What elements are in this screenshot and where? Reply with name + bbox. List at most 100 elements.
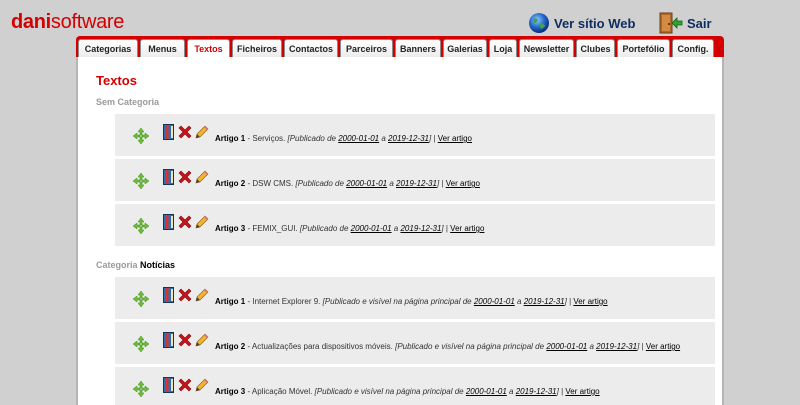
- globe-icon: [529, 13, 549, 33]
- book-icon[interactable]: [163, 124, 175, 140]
- delete-x-icon[interactable]: [177, 169, 193, 185]
- move-arrows-icon[interactable]: [132, 335, 150, 357]
- view-article-link[interactable]: Ver artigo: [450, 224, 484, 233]
- book-icon[interactable]: [163, 332, 175, 348]
- book-icon[interactable]: [163, 169, 175, 185]
- section-label: Categoria: [96, 260, 138, 270]
- article-row: Artigo 1 - Serviços. [Publicado de 2000-…: [115, 114, 715, 156]
- article-description: Artigo 1 - Serviços. [Publicado de 2000-…: [215, 134, 472, 143]
- tab-categorias[interactable]: Categorias: [78, 39, 138, 57]
- view-article-link[interactable]: Ver artigo: [646, 342, 680, 351]
- publish-start-date[interactable]: 2000-01-01: [351, 224, 392, 233]
- publish-start-date[interactable]: 2000-01-01: [466, 387, 507, 396]
- move-arrows-icon[interactable]: [132, 127, 150, 149]
- article-name: Actualizações para dispositivos móveis.: [251, 342, 393, 351]
- tab-newsletter[interactable]: Newsletter: [519, 39, 574, 57]
- view-article-link[interactable]: Ver artigo: [565, 387, 599, 396]
- article-name: FEMIX_GUI.: [252, 224, 298, 233]
- article-status: [Publicado e visível na página principal…: [314, 387, 559, 396]
- pencil-edit-icon[interactable]: [195, 170, 209, 184]
- publish-end-date[interactable]: 2019-12-31: [396, 179, 437, 188]
- article-status: [Publicado e visível na página principal…: [395, 342, 640, 351]
- content-panel: Textos Sem Categoria Artigo 1 - Serviços.…: [76, 57, 724, 405]
- logout-link[interactable]: Sair: [659, 10, 712, 36]
- article-name: Serviços.: [252, 134, 286, 143]
- move-arrows-icon[interactable]: [132, 217, 150, 239]
- pencil-edit-icon[interactable]: [195, 125, 209, 139]
- tab-ficheiros[interactable]: Ficheiros: [232, 39, 282, 57]
- view-article-link[interactable]: Ver artigo: [573, 297, 607, 306]
- delete-x-icon[interactable]: [177, 332, 193, 348]
- tab-menus[interactable]: Menus: [140, 39, 185, 57]
- section-title: Sem Categoria: [96, 97, 159, 107]
- main-navigation: Categorias Menus Textos Ficheiros Contactos P…: [76, 36, 724, 57]
- view-article-link[interactable]: Ver artigo: [438, 134, 472, 143]
- tab-config[interactable]: Config.: [672, 39, 714, 57]
- publish-start-date[interactable]: 2000-01-01: [338, 134, 379, 143]
- page-title: Textos: [96, 73, 137, 88]
- section-category: Notícias: [140, 260, 176, 270]
- pencil-edit-icon[interactable]: [195, 288, 209, 302]
- article-title: Artigo 2: [215, 342, 246, 351]
- move-arrows-icon[interactable]: [132, 380, 150, 402]
- brand-logo-part2: software: [50, 11, 125, 33]
- publish-start-date[interactable]: 2000-01-01: [546, 342, 587, 351]
- view-website-label: Ver sítio Web: [554, 15, 636, 31]
- pencil-edit-icon[interactable]: [195, 378, 209, 392]
- delete-x-icon[interactable]: [177, 377, 193, 393]
- article-title: Artigo 1: [215, 297, 246, 306]
- tab-portef-lio[interactable]: Portefólio: [617, 39, 670, 57]
- logout-label: Sair: [687, 15, 712, 31]
- publish-end-date[interactable]: 2019-12-31: [516, 387, 557, 396]
- article-status: [Publicado de 2000-01-01 a 2019-12-31]: [295, 179, 440, 188]
- article-row: Artigo 2 - Actualizações para dispositiv…: [115, 322, 715, 364]
- article-description: Artigo 2 - Actualizações para dispositiv…: [215, 342, 681, 351]
- tab-parceiros[interactable]: Parceiros: [340, 39, 393, 57]
- article-description: Artigo 1 - Internet Explorer 9. [Publica…: [215, 297, 608, 306]
- tab-contactos[interactable]: Contactos: [284, 39, 338, 57]
- exit-door-icon: [659, 12, 683, 34]
- tab-textos[interactable]: Textos: [187, 39, 230, 57]
- article-title: Artigo 3: [215, 224, 246, 233]
- book-icon[interactable]: [163, 287, 175, 303]
- article-status: [Publicado de 2000-01-01 a 2019-12-31]: [287, 134, 432, 143]
- article-title: Artigo 2: [215, 179, 246, 188]
- tab-loja[interactable]: Loja: [489, 39, 517, 57]
- book-icon[interactable]: [163, 377, 175, 393]
- article-status: [Publicado de 2000-01-01 a 2019-12-31]: [299, 224, 444, 233]
- view-article-link[interactable]: Ver artigo: [446, 179, 480, 188]
- article-description: Artigo 2 - DSW CMS. [Publicado de 2000-0…: [215, 179, 480, 188]
- brand-logo: danisoftware: [11, 10, 124, 34]
- delete-x-icon[interactable]: [177, 124, 193, 140]
- delete-x-icon[interactable]: [177, 214, 193, 230]
- article-title: Artigo 3: [215, 387, 246, 396]
- article-description: Artigo 3 - Aplicação Móvel. [Publicado e…: [215, 387, 600, 396]
- article-name: Aplicação Móvel.: [251, 387, 313, 396]
- publish-end-date[interactable]: 2019-12-31: [596, 342, 637, 351]
- article-status: [Publicado e visível na página principal…: [322, 297, 567, 306]
- publish-start-date[interactable]: 2000-01-01: [474, 297, 515, 306]
- article-name: DSW CMS.: [252, 179, 294, 188]
- article-name: Internet Explorer 9.: [252, 297, 321, 306]
- move-arrows-icon[interactable]: [132, 290, 150, 312]
- tab-banners[interactable]: Banners: [395, 39, 441, 57]
- publish-end-date[interactable]: 2019-12-31: [388, 134, 429, 143]
- tab-galerias[interactable]: Galerias: [443, 39, 487, 57]
- book-icon[interactable]: [163, 214, 175, 230]
- article-row: Artigo 3 - Aplicação Móvel. [Publicado e…: [115, 367, 715, 405]
- section-label: Sem Categoria: [96, 97, 160, 107]
- publish-end-date[interactable]: 2019-12-31: [524, 297, 565, 306]
- article-row: Artigo 2 - DSW CMS. [Publicado de 2000-0…: [115, 159, 715, 201]
- move-arrows-icon[interactable]: [132, 172, 150, 194]
- article-row: Artigo 1 - Internet Explorer 9. [Publica…: [115, 277, 715, 319]
- tab-clubes[interactable]: Clubes: [576, 39, 615, 57]
- pencil-edit-icon[interactable]: [195, 333, 209, 347]
- publish-start-date[interactable]: 2000-01-01: [346, 179, 387, 188]
- section-title: Categoria Notícias: [96, 260, 175, 270]
- article-title: Artigo 1: [215, 134, 246, 143]
- publish-end-date[interactable]: 2019-12-31: [400, 224, 441, 233]
- article-row: Artigo 3 - FEMIX_GUI. [Publicado de 2000…: [115, 204, 715, 246]
- delete-x-icon[interactable]: [177, 287, 193, 303]
- view-website-link[interactable]: Ver sítio Web: [528, 10, 635, 36]
- pencil-edit-icon[interactable]: [195, 215, 209, 229]
